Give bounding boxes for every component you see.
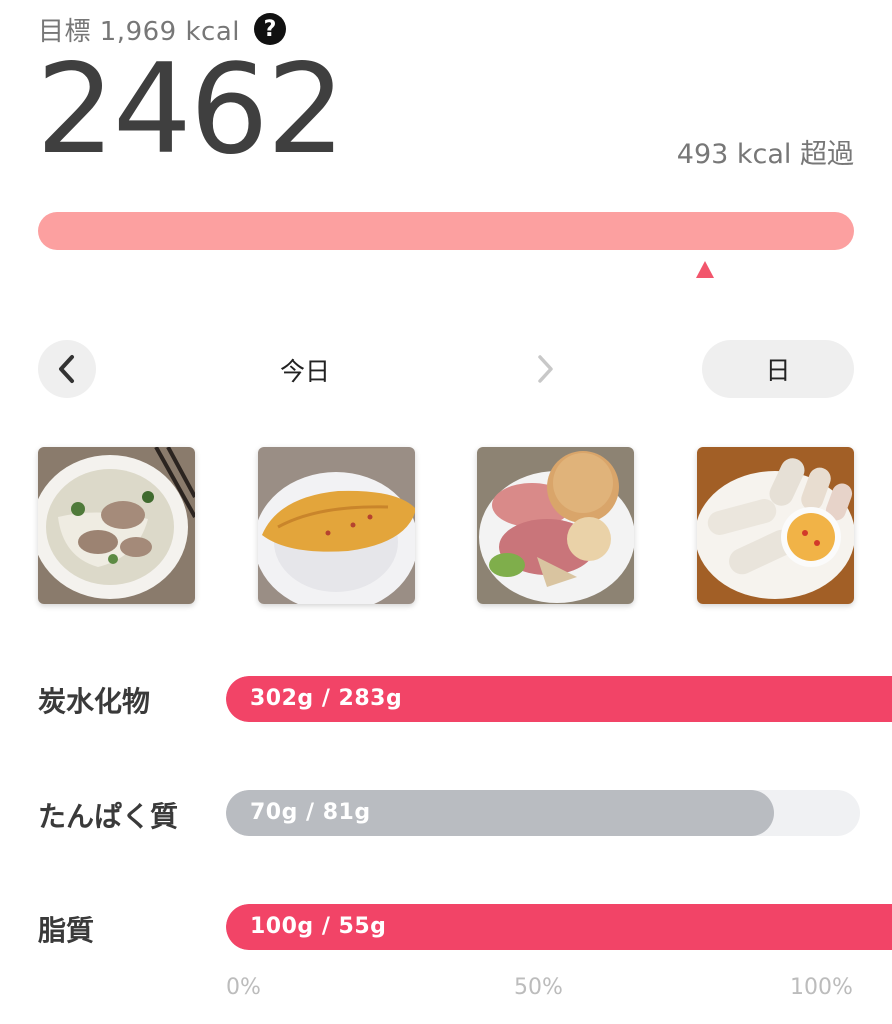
- meal-photo-ham-bread[interactable]: [477, 447, 634, 604]
- macro-label-fat: 脂質: [38, 914, 95, 947]
- chevron-right-icon: [538, 355, 553, 383]
- meal-photo-spring-rolls[interactable]: [697, 447, 854, 604]
- macro-value-protein: 70g / 81g: [250, 800, 371, 825]
- calorie-progress-fill: [38, 212, 854, 250]
- next-day-button[interactable]: [516, 340, 574, 398]
- axis-label-0: 0%: [226, 975, 261, 1000]
- chevron-left-icon: [59, 355, 74, 383]
- ham-bread-image: [477, 447, 634, 604]
- goal-marker-icon: [695, 261, 714, 278]
- meal-photo-pho[interactable]: [38, 447, 195, 604]
- omelette-image: [258, 447, 415, 604]
- calorie-progress-bar: [38, 212, 854, 250]
- macro-bar-fat: 100g / 55g: [226, 904, 892, 950]
- macro-value-fat: 100g / 55g: [250, 914, 387, 939]
- over-goal-text: 493 kcal 超過: [676, 139, 854, 170]
- macro-value-carbs: 302g / 283g: [250, 686, 403, 711]
- spring-rolls-image: [697, 447, 854, 604]
- macro-bar-carbs: 302g / 283g: [226, 676, 892, 722]
- axis-label-50: 50%: [514, 975, 563, 1000]
- macro-label-carbs: 炭水化物: [38, 685, 151, 718]
- macro-bar-protein: 70g / 81g: [226, 790, 860, 836]
- meal-photo-omelette[interactable]: [258, 447, 415, 604]
- current-date-label: 今日: [279, 357, 330, 386]
- previous-day-button[interactable]: [38, 340, 96, 398]
- pho-image: [38, 447, 195, 604]
- axis-label-100: 100%: [790, 975, 853, 1000]
- calorie-total: 2462: [36, 38, 346, 182]
- period-selector-button[interactable]: 日: [702, 340, 854, 398]
- macro-label-protein: たんぱく質: [38, 800, 179, 833]
- nutrition-summary-screen: 目標 1,969 kcal ? 2462 493 kcal 超過 今日 日 炭水…: [0, 0, 892, 1024]
